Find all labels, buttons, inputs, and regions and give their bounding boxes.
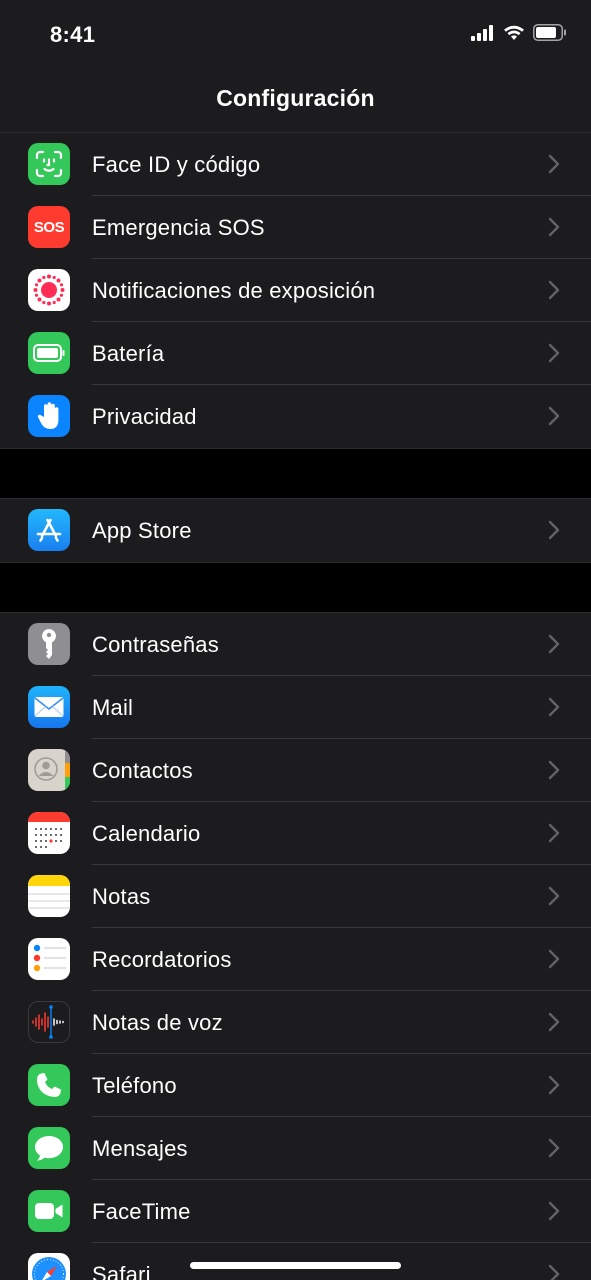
- settings-row-label: Notificaciones de exposición: [92, 278, 376, 303]
- voice-memos-icon: [28, 1001, 70, 1043]
- messages-icon: [28, 1127, 70, 1169]
- chevron-right-icon: [548, 343, 560, 363]
- settings-row-label: Mail: [92, 695, 134, 720]
- settings-row-label: Face ID y código: [92, 152, 261, 177]
- status-bar: 8:41: [0, 0, 591, 70]
- settings-row-battery[interactable]: Batería: [0, 322, 591, 385]
- section-spacer: [0, 562, 591, 613]
- settings-row-label: Safari: [92, 1262, 151, 1280]
- app-store-icon: [28, 509, 70, 551]
- settings-group-store: App Store: [0, 499, 591, 562]
- settings-row-passwords[interactable]: Contraseñas: [0, 613, 591, 676]
- contacts-icon: [28, 749, 70, 791]
- chevron-right-icon: [548, 1264, 560, 1280]
- settings-row-facetime[interactable]: FaceTime: [0, 1180, 591, 1243]
- chevron-right-icon: [548, 697, 560, 717]
- settings-list: Face ID y código SOS Emergencia SOS Noti…: [0, 133, 591, 1280]
- chevron-right-icon: [548, 823, 560, 843]
- mail-icon: [28, 686, 70, 728]
- home-indicator[interactable]: [190, 1262, 401, 1269]
- settings-row-voice-memos[interactable]: Notas de voz: [0, 991, 591, 1054]
- page-title: Configuración: [216, 85, 375, 111]
- chevron-right-icon: [548, 949, 560, 969]
- chevron-right-icon: [548, 760, 560, 780]
- chevron-right-icon: [548, 154, 560, 174]
- settings-row-calendar[interactable]: Calendario: [0, 802, 591, 865]
- settings-group-security: Face ID y código SOS Emergencia SOS Noti…: [0, 133, 591, 448]
- settings-row-label: Privacidad: [92, 404, 197, 429]
- settings-row-app-store[interactable]: App Store: [0, 499, 591, 562]
- chevron-right-icon: [548, 520, 560, 540]
- settings-row-emergency-sos[interactable]: SOS Emergencia SOS: [0, 196, 591, 259]
- face-id-icon: [28, 143, 70, 185]
- exposure-notifications-icon: [28, 269, 70, 311]
- sos-icon-text: SOS: [33, 218, 65, 236]
- settings-row-label: App Store: [92, 518, 192, 543]
- sos-icon: SOS: [28, 206, 70, 248]
- battery-icon: [28, 332, 70, 374]
- settings-row-face-id[interactable]: Face ID y código: [0, 133, 591, 196]
- settings-row-label: Contactos: [92, 758, 193, 783]
- cellular-signal-icon: [471, 24, 493, 41]
- settings-row-mail[interactable]: Mail: [0, 676, 591, 739]
- battery-status-icon: [533, 24, 566, 41]
- safari-icon: [28, 1253, 70, 1280]
- reminders-icon: [28, 938, 70, 980]
- settings-row-label: FaceTime: [92, 1199, 191, 1224]
- hand-icon: [28, 395, 70, 437]
- section-spacer: [0, 448, 591, 499]
- settings-row-label: Notas: [92, 884, 151, 909]
- settings-row-privacy[interactable]: Privacidad: [0, 385, 591, 448]
- phone-icon: [28, 1064, 70, 1106]
- chevron-right-icon: [548, 1012, 560, 1032]
- settings-row-label: Notas de voz: [92, 1010, 223, 1035]
- settings-row-label: Batería: [92, 341, 165, 366]
- settings-row-label: Calendario: [92, 821, 201, 846]
- chevron-right-icon: [548, 1201, 560, 1221]
- chevron-right-icon: [548, 1138, 560, 1158]
- settings-row-contacts[interactable]: Contactos: [0, 739, 591, 802]
- chevron-right-icon: [548, 886, 560, 906]
- status-icons: [471, 24, 567, 41]
- wifi-icon: [504, 25, 524, 40]
- chevron-right-icon: [548, 280, 560, 300]
- settings-row-label: Teléfono: [92, 1073, 177, 1098]
- settings-row-label: Mensajes: [92, 1136, 188, 1161]
- settings-row-notes[interactable]: Notas: [0, 865, 591, 928]
- settings-row-exposure-notifications[interactable]: Notificaciones de exposición: [0, 259, 591, 322]
- settings-row-label: Contraseñas: [92, 632, 219, 657]
- settings-group-apps: Contraseñas Mail Contactos Calendario No…: [0, 613, 591, 1280]
- calendar-icon: [28, 812, 70, 854]
- settings-row-reminders[interactable]: Recordatorios: [0, 928, 591, 991]
- notes-icon: [28, 875, 70, 917]
- settings-row-label: Emergencia SOS: [92, 215, 265, 240]
- chevron-right-icon: [548, 217, 560, 237]
- facetime-icon: [28, 1190, 70, 1232]
- chevron-right-icon: [548, 406, 560, 426]
- chevron-right-icon: [548, 634, 560, 654]
- key-icon: [28, 623, 70, 665]
- chevron-right-icon: [548, 1075, 560, 1095]
- status-time: 8:41: [50, 22, 96, 47]
- navigation-header: 8:41 Configuración: [0, 0, 591, 133]
- settings-row-label: Recordatorios: [92, 947, 232, 972]
- settings-row-messages[interactable]: Mensajes: [0, 1117, 591, 1180]
- settings-row-phone[interactable]: Teléfono: [0, 1054, 591, 1117]
